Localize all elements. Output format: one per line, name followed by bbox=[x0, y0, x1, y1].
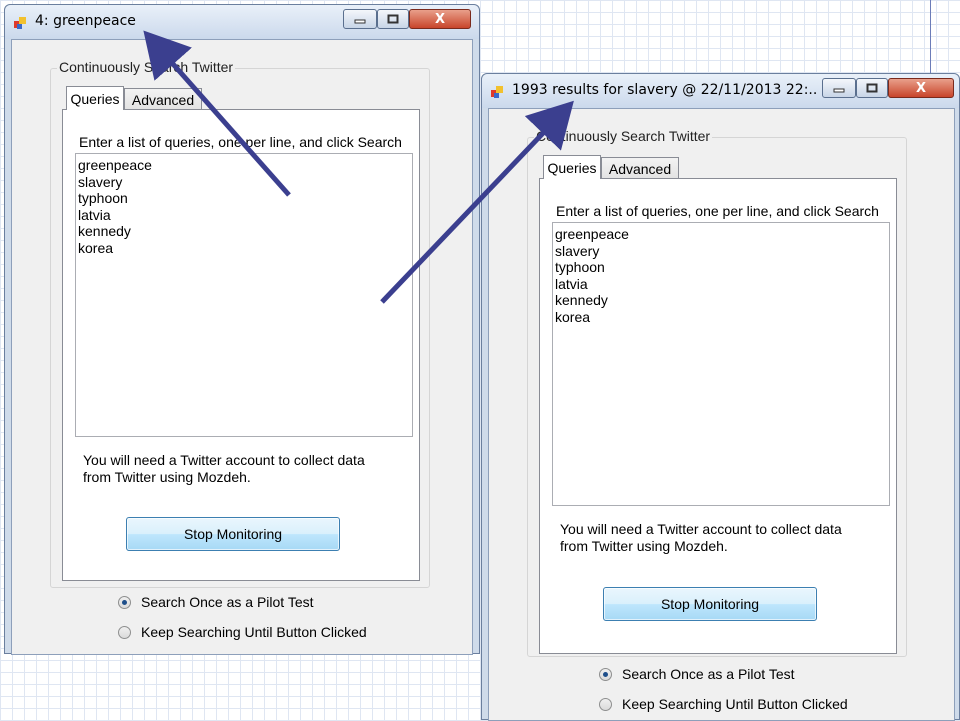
queries-textarea[interactable]: greenpeace slavery typhoon latvia kenned… bbox=[75, 153, 413, 437]
query-line: typhoon bbox=[555, 259, 605, 276]
query-line: slavery bbox=[555, 242, 600, 259]
close-icon: X bbox=[434, 11, 446, 27]
maximize-icon bbox=[387, 14, 399, 24]
query-line: typhoon bbox=[78, 190, 128, 207]
query-line: greenpeace bbox=[555, 226, 629, 242]
tab-advanced[interactable]: Advanced bbox=[601, 157, 679, 179]
minimize-icon bbox=[354, 19, 366, 24]
radio-unchecked-icon bbox=[599, 697, 612, 711]
minimize-button[interactable] bbox=[343, 9, 377, 29]
close-button[interactable]: X bbox=[888, 78, 954, 98]
radio-label: Search Once as a Pilot Test bbox=[141, 594, 314, 610]
query-line: korea bbox=[555, 308, 591, 325]
queries-tab-page: Enter a list of queries, one per line, a… bbox=[539, 178, 897, 654]
twitter-account-note: You will need a Twitter account to colle… bbox=[560, 521, 842, 554]
radio-checked-icon bbox=[599, 667, 612, 681]
twitter-account-note: You will need a Twitter account to colle… bbox=[83, 452, 365, 485]
app-icon bbox=[491, 86, 503, 98]
radio-checked-icon bbox=[118, 595, 131, 609]
radio-pilot-test[interactable]: Search Once as a Pilot Test bbox=[118, 594, 314, 610]
window-title: 1993 results for slavery @ 22/11/2013 22… bbox=[512, 82, 817, 98]
title-bar[interactable]: 1993 results for slavery @ 22/11/2013 22… bbox=[482, 74, 959, 108]
query-line: slavery bbox=[78, 173, 123, 190]
group-label: Continuously Search Twitter bbox=[57, 59, 236, 75]
window-title: 4: greenpeace bbox=[35, 13, 136, 29]
queries-tab-page: Enter a list of queries, one per line, a… bbox=[62, 109, 420, 581]
stop-monitoring-button[interactable]: Stop Monitoring bbox=[126, 517, 340, 551]
radio-label: Keep Searching Until Button Clicked bbox=[141, 624, 367, 640]
query-line: kennedy bbox=[78, 223, 131, 240]
query-line: latvia bbox=[78, 206, 111, 223]
query-line: latvia bbox=[555, 275, 588, 292]
app-icon bbox=[14, 17, 26, 29]
radio-label: Keep Searching Until Button Clicked bbox=[622, 696, 848, 712]
maximize-button[interactable] bbox=[856, 78, 888, 98]
tab-queries[interactable]: Queries bbox=[66, 86, 124, 110]
radio-keep-searching[interactable]: Keep Searching Until Button Clicked bbox=[599, 696, 848, 712]
radio-pilot-test[interactable]: Search Once as a Pilot Test bbox=[599, 666, 795, 682]
window-greenpeace: 4: greenpeace X Continuously Search Twit… bbox=[4, 4, 480, 655]
radio-keep-searching[interactable]: Keep Searching Until Button Clicked bbox=[118, 624, 367, 640]
window-client: Continuously Search Twitter Queries Adva… bbox=[11, 39, 473, 655]
queries-instruction: Enter a list of queries, one per line, a… bbox=[556, 203, 879, 219]
minimize-button[interactable] bbox=[822, 78, 856, 98]
query-line: greenpeace bbox=[78, 157, 152, 173]
close-icon: X bbox=[915, 80, 927, 96]
title-bar[interactable]: 4: greenpeace X bbox=[5, 5, 479, 39]
stop-monitoring-button[interactable]: Stop Monitoring bbox=[603, 587, 817, 621]
window-client: Continuously Search Twitter Queries Adva… bbox=[488, 108, 955, 721]
radio-unchecked-icon bbox=[118, 625, 131, 639]
queries-textarea[interactable]: greenpeace slavery typhoon latvia kenned… bbox=[552, 222, 890, 506]
query-line: korea bbox=[78, 239, 114, 256]
maximize-button[interactable] bbox=[377, 9, 409, 29]
minimize-icon bbox=[833, 88, 845, 93]
slide-decoration-line bbox=[930, 0, 931, 78]
close-button[interactable]: X bbox=[409, 9, 471, 29]
queries-instruction: Enter a list of queries, one per line, a… bbox=[79, 134, 402, 150]
query-line: kennedy bbox=[555, 292, 608, 309]
group-label: Continuously Search Twitter bbox=[534, 128, 713, 144]
tab-queries[interactable]: Queries bbox=[543, 155, 601, 179]
tab-advanced[interactable]: Advanced bbox=[124, 88, 202, 110]
window-slavery-results: 1993 results for slavery @ 22/11/2013 22… bbox=[481, 73, 960, 721]
radio-label: Search Once as a Pilot Test bbox=[622, 666, 795, 682]
maximize-icon bbox=[866, 83, 878, 93]
